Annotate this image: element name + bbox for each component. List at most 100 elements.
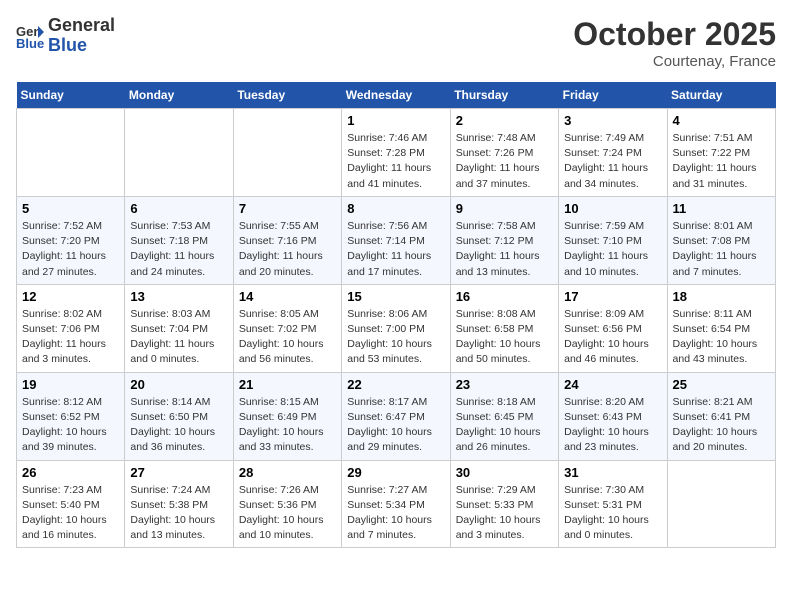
day-number: 3: [564, 113, 661, 128]
day-number: 16: [456, 289, 553, 304]
day-cell: 27Sunrise: 7:24 AM Sunset: 5:38 PM Dayli…: [125, 460, 233, 548]
day-header-monday: Monday: [125, 82, 233, 109]
day-cell: 5 Sunrise: 7:52 AM Sunset: 7:20 PM Daylig…: [17, 196, 125, 284]
day-cell: 24 Sunrise: 8:20 AM Sunset: 6:43 PM Dayli…: [559, 372, 667, 460]
day-number: 19: [22, 377, 119, 392]
day-number: 14: [239, 289, 336, 304]
day-cell: 10 Sunrise: 7:59 AM Sunset: 7:10 PM Dayli…: [559, 196, 667, 284]
day-cell: 18Sunrise: 8:11 AM Sunset: 6:54 PM Dayli…: [667, 284, 775, 372]
title-block: October 2025 Courtenay, France: [573, 16, 776, 70]
day-cell: 4Sunrise: 7:51 AM Sunset: 7:22 PM Daylig…: [667, 109, 775, 197]
day-number: 7: [239, 201, 336, 216]
day-info: Sunrise: 7:55 AM Sunset: 7:16 PM Dayligh…: [239, 219, 336, 280]
day-number: 5: [22, 201, 119, 216]
day-info: Sunrise: 8:15 AM Sunset: 6:49 PM Dayligh…: [239, 395, 336, 456]
day-info: Sunrise: 8:06 AM Sunset: 7:00 PM Dayligh…: [347, 307, 444, 368]
day-info: Sunrise: 8:12 AM Sunset: 6:52 PM Dayligh…: [22, 395, 119, 456]
day-number: 30: [456, 465, 553, 480]
header-row: SundayMondayTuesdayWednesdayThursdayFrid…: [17, 82, 776, 109]
day-header-friday: Friday: [559, 82, 667, 109]
logo: Gen Blue General Blue: [16, 16, 115, 56]
day-info: Sunrise: 7:46 AM Sunset: 7:28 PM Dayligh…: [347, 131, 444, 192]
day-cell: 13 Sunrise: 8:03 AM Sunset: 7:04 PM Dayli…: [125, 284, 233, 372]
day-info: Sunrise: 7:56 AM Sunset: 7:14 PM Dayligh…: [347, 219, 444, 280]
day-number: 18: [673, 289, 770, 304]
day-number: 9: [456, 201, 553, 216]
week-row-5: 26 Sunrise: 7:23 AM Sunset: 5:40 PM Dayli…: [17, 460, 776, 548]
day-cell: 11 Sunrise: 8:01 AM Sunset: 7:08 PM Dayli…: [667, 196, 775, 284]
svg-text:Blue: Blue: [16, 36, 44, 50]
day-number: 15: [347, 289, 444, 304]
day-header-sunday: Sunday: [17, 82, 125, 109]
day-number: 29: [347, 465, 444, 480]
week-row-2: 5 Sunrise: 7:52 AM Sunset: 7:20 PM Daylig…: [17, 196, 776, 284]
day-cell: 2Sunrise: 7:48 AM Sunset: 7:26 PM Daylig…: [450, 109, 558, 197]
day-cell: [667, 460, 775, 548]
day-cell: 3Sunrise: 7:49 AM Sunset: 7:24 PM Daylig…: [559, 109, 667, 197]
week-row-4: 19 Sunrise: 8:12 AM Sunset: 6:52 PM Dayli…: [17, 372, 776, 460]
day-info: Sunrise: 8:03 AM Sunset: 7:04 PM Dayligh…: [130, 307, 227, 368]
day-info: Sunrise: 7:26 AM Sunset: 5:36 PM Dayligh…: [239, 483, 336, 544]
day-info: Sunrise: 7:23 AM Sunset: 5:40 PM Dayligh…: [22, 483, 119, 544]
day-number: 21: [239, 377, 336, 392]
day-number: 28: [239, 465, 336, 480]
day-header-wednesday: Wednesday: [342, 82, 450, 109]
day-cell: 1 Sunrise: 7:46 AM Sunset: 7:28 PM Daylig…: [342, 109, 450, 197]
day-cell: 21 Sunrise: 8:15 AM Sunset: 6:49 PM Dayli…: [233, 372, 341, 460]
day-info: Sunrise: 7:51 AM Sunset: 7:22 PM Dayligh…: [673, 131, 770, 192]
day-cell: 26 Sunrise: 7:23 AM Sunset: 5:40 PM Dayli…: [17, 460, 125, 548]
day-cell: 12 Sunrise: 8:02 AM Sunset: 7:06 PM Dayli…: [17, 284, 125, 372]
day-header-saturday: Saturday: [667, 82, 775, 109]
day-number: 22: [347, 377, 444, 392]
day-info: Sunrise: 7:24 AM Sunset: 5:38 PM Dayligh…: [130, 483, 227, 544]
day-info: Sunrise: 7:29 AM Sunset: 5:33 PM Dayligh…: [456, 483, 553, 544]
day-info: Sunrise: 8:14 AM Sunset: 6:50 PM Dayligh…: [130, 395, 227, 456]
day-number: 6: [130, 201, 227, 216]
day-info: Sunrise: 8:17 AM Sunset: 6:47 PM Dayligh…: [347, 395, 444, 456]
day-cell: 19 Sunrise: 8:12 AM Sunset: 6:52 PM Dayli…: [17, 372, 125, 460]
day-number: 24: [564, 377, 661, 392]
day-info: Sunrise: 8:09 AM Sunset: 6:56 PM Dayligh…: [564, 307, 661, 368]
week-row-1: 1 Sunrise: 7:46 AM Sunset: 7:28 PM Daylig…: [17, 109, 776, 197]
day-number: 11: [673, 201, 770, 216]
day-info: Sunrise: 7:53 AM Sunset: 7:18 PM Dayligh…: [130, 219, 227, 280]
day-number: 13: [130, 289, 227, 304]
day-info: Sunrise: 8:01 AM Sunset: 7:08 PM Dayligh…: [673, 219, 770, 280]
day-info: Sunrise: 7:27 AM Sunset: 5:34 PM Dayligh…: [347, 483, 444, 544]
day-cell: [233, 109, 341, 197]
page-header: Gen Blue General Blue October 2025 Court…: [16, 16, 776, 70]
day-info: Sunrise: 7:59 AM Sunset: 7:10 PM Dayligh…: [564, 219, 661, 280]
day-info: Sunrise: 7:52 AM Sunset: 7:20 PM Dayligh…: [22, 219, 119, 280]
day-info: Sunrise: 8:08 AM Sunset: 6:58 PM Dayligh…: [456, 307, 553, 368]
day-number: 2: [456, 113, 553, 128]
day-cell: 14 Sunrise: 8:05 AM Sunset: 7:02 PM Dayli…: [233, 284, 341, 372]
day-info: Sunrise: 7:58 AM Sunset: 7:12 PM Dayligh…: [456, 219, 553, 280]
day-info: Sunrise: 8:05 AM Sunset: 7:02 PM Dayligh…: [239, 307, 336, 368]
day-number: 12: [22, 289, 119, 304]
month-title: October 2025: [573, 16, 776, 53]
day-number: 20: [130, 377, 227, 392]
day-number: 1: [347, 113, 444, 128]
day-header-tuesday: Tuesday: [233, 82, 341, 109]
day-number: 8: [347, 201, 444, 216]
day-number: 31: [564, 465, 661, 480]
day-info: Sunrise: 8:20 AM Sunset: 6:43 PM Dayligh…: [564, 395, 661, 456]
day-info: Sunrise: 8:18 AM Sunset: 6:45 PM Dayligh…: [456, 395, 553, 456]
location: Courtenay, France: [573, 53, 776, 70]
day-cell: [17, 109, 125, 197]
day-info: Sunrise: 8:02 AM Sunset: 7:06 PM Dayligh…: [22, 307, 119, 368]
day-number: 17: [564, 289, 661, 304]
day-cell: 28 Sunrise: 7:26 AM Sunset: 5:36 PM Dayli…: [233, 460, 341, 548]
logo-blue-text: Blue: [48, 35, 87, 55]
day-header-thursday: Thursday: [450, 82, 558, 109]
day-number: 26: [22, 465, 119, 480]
logo-icon: Gen Blue: [16, 22, 44, 50]
day-cell: [125, 109, 233, 197]
day-number: 25: [673, 377, 770, 392]
day-info: Sunrise: 8:21 AM Sunset: 6:41 PM Dayligh…: [673, 395, 770, 456]
day-number: 10: [564, 201, 661, 216]
day-cell: 16 Sunrise: 8:08 AM Sunset: 6:58 PM Dayli…: [450, 284, 558, 372]
day-info: Sunrise: 7:30 AM Sunset: 5:31 PM Dayligh…: [564, 483, 661, 544]
day-cell: 31 Sunrise: 7:30 AM Sunset: 5:31 PM Dayli…: [559, 460, 667, 548]
day-cell: 9 Sunrise: 7:58 AM Sunset: 7:12 PM Daylig…: [450, 196, 558, 284]
